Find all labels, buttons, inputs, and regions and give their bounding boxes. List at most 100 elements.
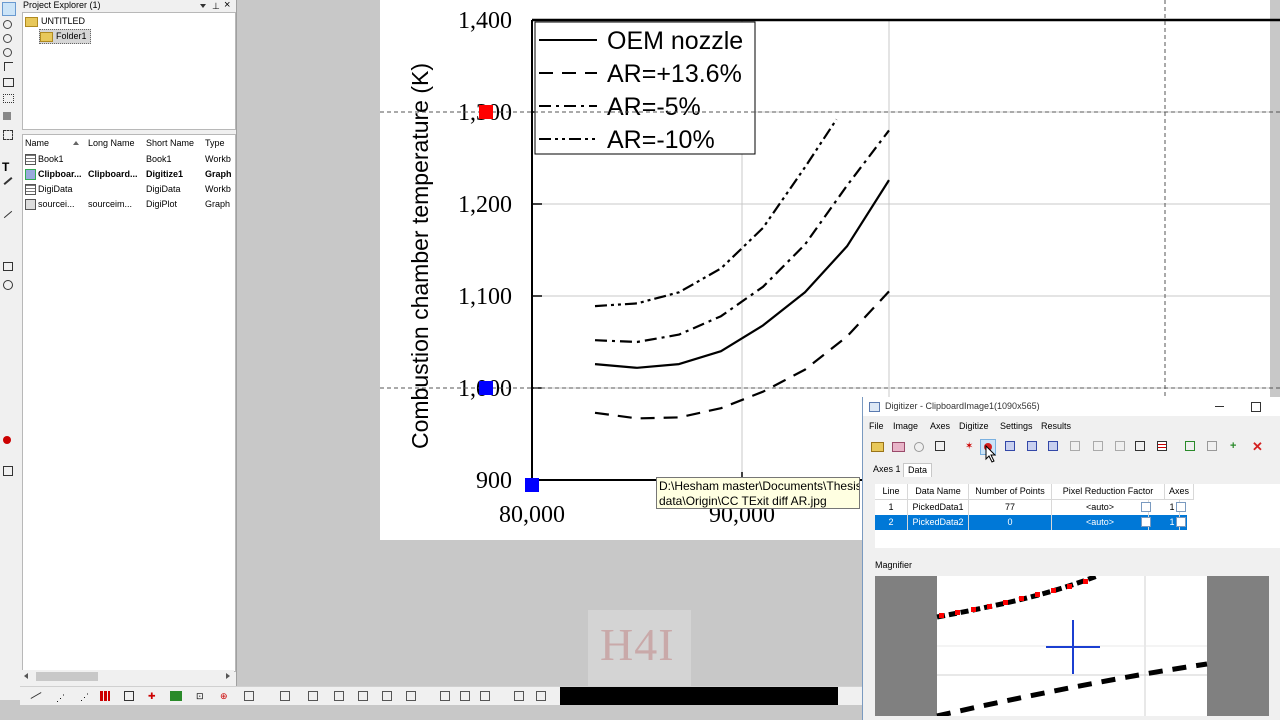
auto-trace-grid-button[interactable] [1025, 439, 1041, 455]
menu-file[interactable]: File [869, 421, 884, 431]
y-tick-label: 1,400 [458, 8, 512, 34]
menu-settings[interactable]: Settings [1000, 421, 1033, 431]
column-header-type[interactable]: Type [205, 135, 225, 151]
menu-results[interactable]: Results [1041, 421, 1071, 431]
zoom-out-tool-icon[interactable] [3, 34, 12, 43]
panel-dropdown-icon[interactable] [200, 4, 206, 8]
contour-plot-button[interactable] [124, 691, 134, 701]
auto-trace-button[interactable] [1003, 439, 1019, 455]
goto-graph-button[interactable] [1205, 439, 1221, 455]
line-plot-button[interactable] [30, 692, 42, 699]
scrollbar-thumb[interactable] [36, 672, 98, 681]
column-header-long-name[interactable]: Long Name [88, 135, 135, 151]
regional-mask-tool-icon[interactable] [3, 130, 13, 140]
show-table-button[interactable] [1155, 439, 1171, 455]
cell-data-name: PickedData1 [908, 500, 969, 515]
folder-import-icon [892, 442, 905, 452]
scale-in-tool-icon[interactable] [4, 62, 13, 71]
edit-axes-button[interactable] [933, 439, 949, 455]
align-right-button[interactable] [480, 691, 490, 701]
pointer-tool-icon[interactable] [2, 2, 16, 16]
maximize-icon[interactable] [1251, 402, 1261, 412]
template-button[interactable]: ⊕ [220, 691, 228, 702]
area-plot-button[interactable] [170, 691, 182, 701]
y-tick-label: 1,200 [458, 192, 512, 218]
menu-digitize[interactable]: Digitize [959, 421, 989, 431]
grey-arrow-icon [1207, 441, 1217, 451]
redacted-bar [560, 687, 838, 705]
zoom-in-tool-icon[interactable] [3, 20, 12, 29]
arrange-button[interactable] [308, 691, 318, 701]
manual-pick-button[interactable]: ✶ [961, 439, 977, 455]
layout-button[interactable] [406, 691, 416, 701]
tab-data[interactable]: Data [903, 463, 933, 477]
column-header-short-name[interactable]: Short Name [146, 135, 194, 151]
scroll-left-icon[interactable] [24, 673, 28, 679]
cell-reduction[interactable]: <auto> [1052, 515, 1149, 530]
zoom-fit-button[interactable] [1133, 439, 1149, 455]
line-tool-icon[interactable] [3, 210, 13, 219]
reduction-dropdown-icon[interactable] [1141, 502, 1151, 512]
scatter-plot-button[interactable]: ⋰ [56, 693, 65, 704]
cell-reduction[interactable]: <auto> [1052, 500, 1149, 515]
column-header-name[interactable]: Name [25, 135, 49, 151]
statistics-plot-button[interactable]: ✚ [148, 691, 156, 702]
screen-reader-tool-icon[interactable] [3, 94, 14, 103]
annotation-tool-icon[interactable] [3, 112, 11, 120]
rotate-image-button[interactable] [911, 439, 927, 455]
arrow-tool-icon[interactable] [3, 177, 13, 185]
tree-item-untitled[interactable]: UNTITLED [25, 15, 85, 28]
table-row-selected[interactable]: 2 PickedData2 0 <auto> 1 [875, 515, 1187, 530]
import-image-button[interactable] [890, 439, 906, 455]
delete-data-button[interactable]: ✕ [1249, 439, 1265, 455]
distribute-button[interactable] [514, 691, 524, 701]
3d-plot-button[interactable]: ⊡ [196, 691, 204, 702]
remove-background-button[interactable] [1068, 439, 1084, 455]
plot-icon [25, 199, 36, 211]
grid-button[interactable] [382, 691, 392, 701]
align-left-button[interactable] [440, 691, 450, 701]
draw-data-tool-icon[interactable] [3, 436, 11, 444]
zoom-pan-tool-icon[interactable] [3, 48, 12, 57]
list-item[interactable]: DigiData DigiData Workb [25, 182, 233, 197]
scroll-right-icon[interactable] [226, 673, 230, 679]
rectangle-tool-icon[interactable] [3, 262, 13, 271]
pin-icon[interactable]: ⊥ [212, 1, 220, 12]
menu-axes[interactable]: Axes [930, 421, 950, 431]
table-tool-icon[interactable] [3, 466, 13, 476]
layer-button[interactable] [244, 691, 254, 701]
add-data-button[interactable]: + [1227, 439, 1243, 455]
list-item[interactable]: Book1 Book1 Workb [25, 152, 233, 167]
data-reader-tool-icon[interactable] [3, 78, 14, 87]
tab-axes-1[interactable]: Axes 1 [869, 463, 905, 476]
open-image-button[interactable] [869, 439, 885, 455]
close-icon[interactable]: × [224, 0, 230, 11]
group-button[interactable] [536, 691, 546, 701]
axes-dropdown-icon[interactable] [1176, 502, 1186, 512]
reduction-dropdown-icon[interactable] [1141, 517, 1151, 527]
digitizer-app-icon [869, 402, 880, 412]
minimize-icon[interactable] [1215, 406, 1224, 407]
list-item[interactable]: Clipboar... Clipboard... Digitize1 Graph [25, 167, 233, 182]
axes-dropdown-icon[interactable] [1176, 517, 1186, 527]
pick-lines-button[interactable] [1091, 439, 1107, 455]
horizontal-scrollbar[interactable] [22, 670, 234, 683]
extract-button[interactable] [334, 691, 344, 701]
text-tool-icon[interactable]: T [2, 160, 9, 174]
menu-image[interactable]: Image [893, 421, 918, 431]
merge-button[interactable] [280, 691, 290, 701]
edit-points-icon [1115, 441, 1125, 451]
table-button[interactable] [358, 691, 368, 701]
circle-tool-icon[interactable] [3, 280, 13, 290]
line-symbol-plot-button[interactable]: ⋰ [80, 692, 89, 703]
goto-data-button[interactable] [1183, 439, 1199, 455]
legend-entry: AR=+13.6% [607, 60, 742, 88]
table-row[interactable]: 1 PickedData1 77 <auto> 1 [875, 500, 1280, 515]
auto-trace-line-button[interactable] [1046, 439, 1062, 455]
column-plot-button[interactable] [100, 691, 110, 701]
tree-item-folder1[interactable]: Folder1 [39, 29, 91, 44]
align-center-button[interactable] [460, 691, 470, 701]
edit-points-button[interactable] [1113, 439, 1129, 455]
project-explorer-titlebar: Project Explorer (1) ⊥ × [20, 0, 236, 12]
list-item[interactable]: sourcei... sourceim... DigiPlot Graph [25, 197, 233, 212]
